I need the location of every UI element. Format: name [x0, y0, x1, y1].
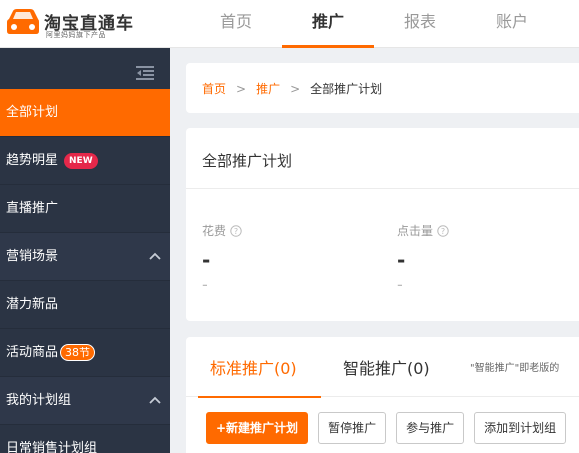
sidebar-item-label: 活动商品	[6, 345, 59, 360]
top-nav: 首页 推广 报表 账户	[190, 0, 558, 48]
nav-promotion[interactable]: 推广	[282, 0, 374, 48]
sidebar-item-label: 直播推广	[6, 201, 59, 216]
pause-button[interactable]: 暂停推广	[318, 412, 387, 444]
collapse-menu-icon[interactable]	[136, 66, 154, 80]
breadcrumb-home[interactable]: 首页	[202, 82, 226, 96]
sidebar-item-label: 潜力新品	[6, 297, 59, 312]
sidebar-item-live-promo[interactable]: 直播推广	[0, 185, 170, 233]
new-plan-button[interactable]: +新建推广计划	[206, 412, 309, 444]
metric-label: 点击量?	[397, 222, 547, 239]
question-circle-icon[interactable]: ?	[230, 225, 242, 237]
breadcrumb-separator: >	[236, 82, 247, 96]
sidebar-item-event-products[interactable]: 活动商品 38节	[0, 329, 170, 377]
tab-smart-promo[interactable]: 智能推广(0)	[343, 337, 430, 397]
sidebar-group-my-plan-groups[interactable]: 我的计划组	[0, 377, 170, 425]
sidebar-group-marketing-scenes[interactable]: 营销场景	[0, 233, 170, 281]
metric-clicks: 点击量? - -	[397, 222, 547, 295]
taobao-car-logo-icon	[7, 9, 39, 34]
metric-value: -	[202, 248, 211, 272]
breadcrumb-promo[interactable]: 推广	[256, 82, 280, 96]
sidebar-item-label: 全部计划	[6, 105, 59, 120]
metric-compare: -	[202, 275, 208, 294]
plan-tabs: 标准推广(0) 智能推广(0) "智能推广"即老版的	[186, 337, 579, 398]
nav-home[interactable]: 首页	[190, 0, 282, 48]
chevron-up-icon	[149, 252, 161, 260]
svg-text:?: ?	[234, 227, 238, 236]
sidebar-item-all-plans[interactable]: 全部计划	[0, 89, 170, 137]
logo-subtitle: 阿里妈妈旗下产品	[46, 31, 106, 39]
metric-cost: 花费? - -	[202, 222, 352, 295]
sidebar: 全部计划 趋势明星 NEW 直播推广 营销场景 潜力新品 活动商品 38节 我的计划…	[0, 48, 170, 453]
sidebar-item-daily-sales-group[interactable]: 日常销售计划组	[0, 425, 170, 453]
logo[interactable]: 淘宝直通车 阿里妈妈旗下产品	[6, 6, 166, 40]
breadcrumb-card: 首页 > 推广 > 全部推广计划	[186, 63, 579, 113]
question-circle-icon[interactable]: ?	[437, 225, 449, 237]
breadcrumb-current: 全部推广计划	[310, 82, 383, 96]
sidebar-item-label: 趋势明星	[6, 153, 59, 168]
nav-reports[interactable]: 报表	[374, 0, 466, 48]
sidebar-menu: 全部计划 趋势明星 NEW 直播推广 营销场景 潜力新品 活动商品 38节 我的计划…	[0, 89, 170, 453]
new-badge: NEW	[64, 152, 98, 169]
plans-card: 标准推广(0) 智能推广(0) "智能推广"即老版的 +新建推广计划 暂停推广 …	[186, 337, 579, 453]
action-bar: +新建推广计划 暂停推广 参与推广 添加到计划组	[206, 412, 576, 444]
breadcrumb: 首页 > 推广 > 全部推广计划	[202, 80, 382, 97]
sidebar-group-label: 我的计划组	[6, 393, 72, 408]
event-badge: 38节	[60, 344, 96, 361]
chevron-up-icon	[149, 396, 161, 404]
svg-text:?: ?	[441, 227, 445, 236]
divider	[186, 188, 579, 189]
add-to-group-button[interactable]: 添加到计划组	[474, 412, 567, 444]
page-title: 全部推广计划	[202, 152, 293, 170]
join-button[interactable]: 参与推广	[396, 412, 465, 444]
sidebar-item-trend-star[interactable]: 趋势明星 NEW	[0, 137, 170, 185]
metric-value: -	[397, 248, 406, 272]
breadcrumb-separator: >	[290, 82, 301, 96]
tab-note: "智能推广"即老版的	[470, 363, 560, 374]
tab-standard-promo[interactable]: 标准推广(0)	[198, 337, 321, 398]
sidebar-item-label: 日常销售计划组	[6, 441, 98, 453]
summary-card: 全部推广计划 花费? - - 点击量? - -	[186, 128, 579, 321]
sidebar-group-label: 营销场景	[6, 249, 59, 264]
metric-compare: -	[397, 275, 403, 294]
sidebar-item-potential-new[interactable]: 潜力新品	[0, 281, 170, 329]
metric-label: 花费?	[202, 222, 352, 239]
top-bar: 淘宝直通车 阿里妈妈旗下产品 首页 推广 报表 账户	[0, 0, 579, 48]
nav-account[interactable]: 账户	[466, 0, 558, 48]
